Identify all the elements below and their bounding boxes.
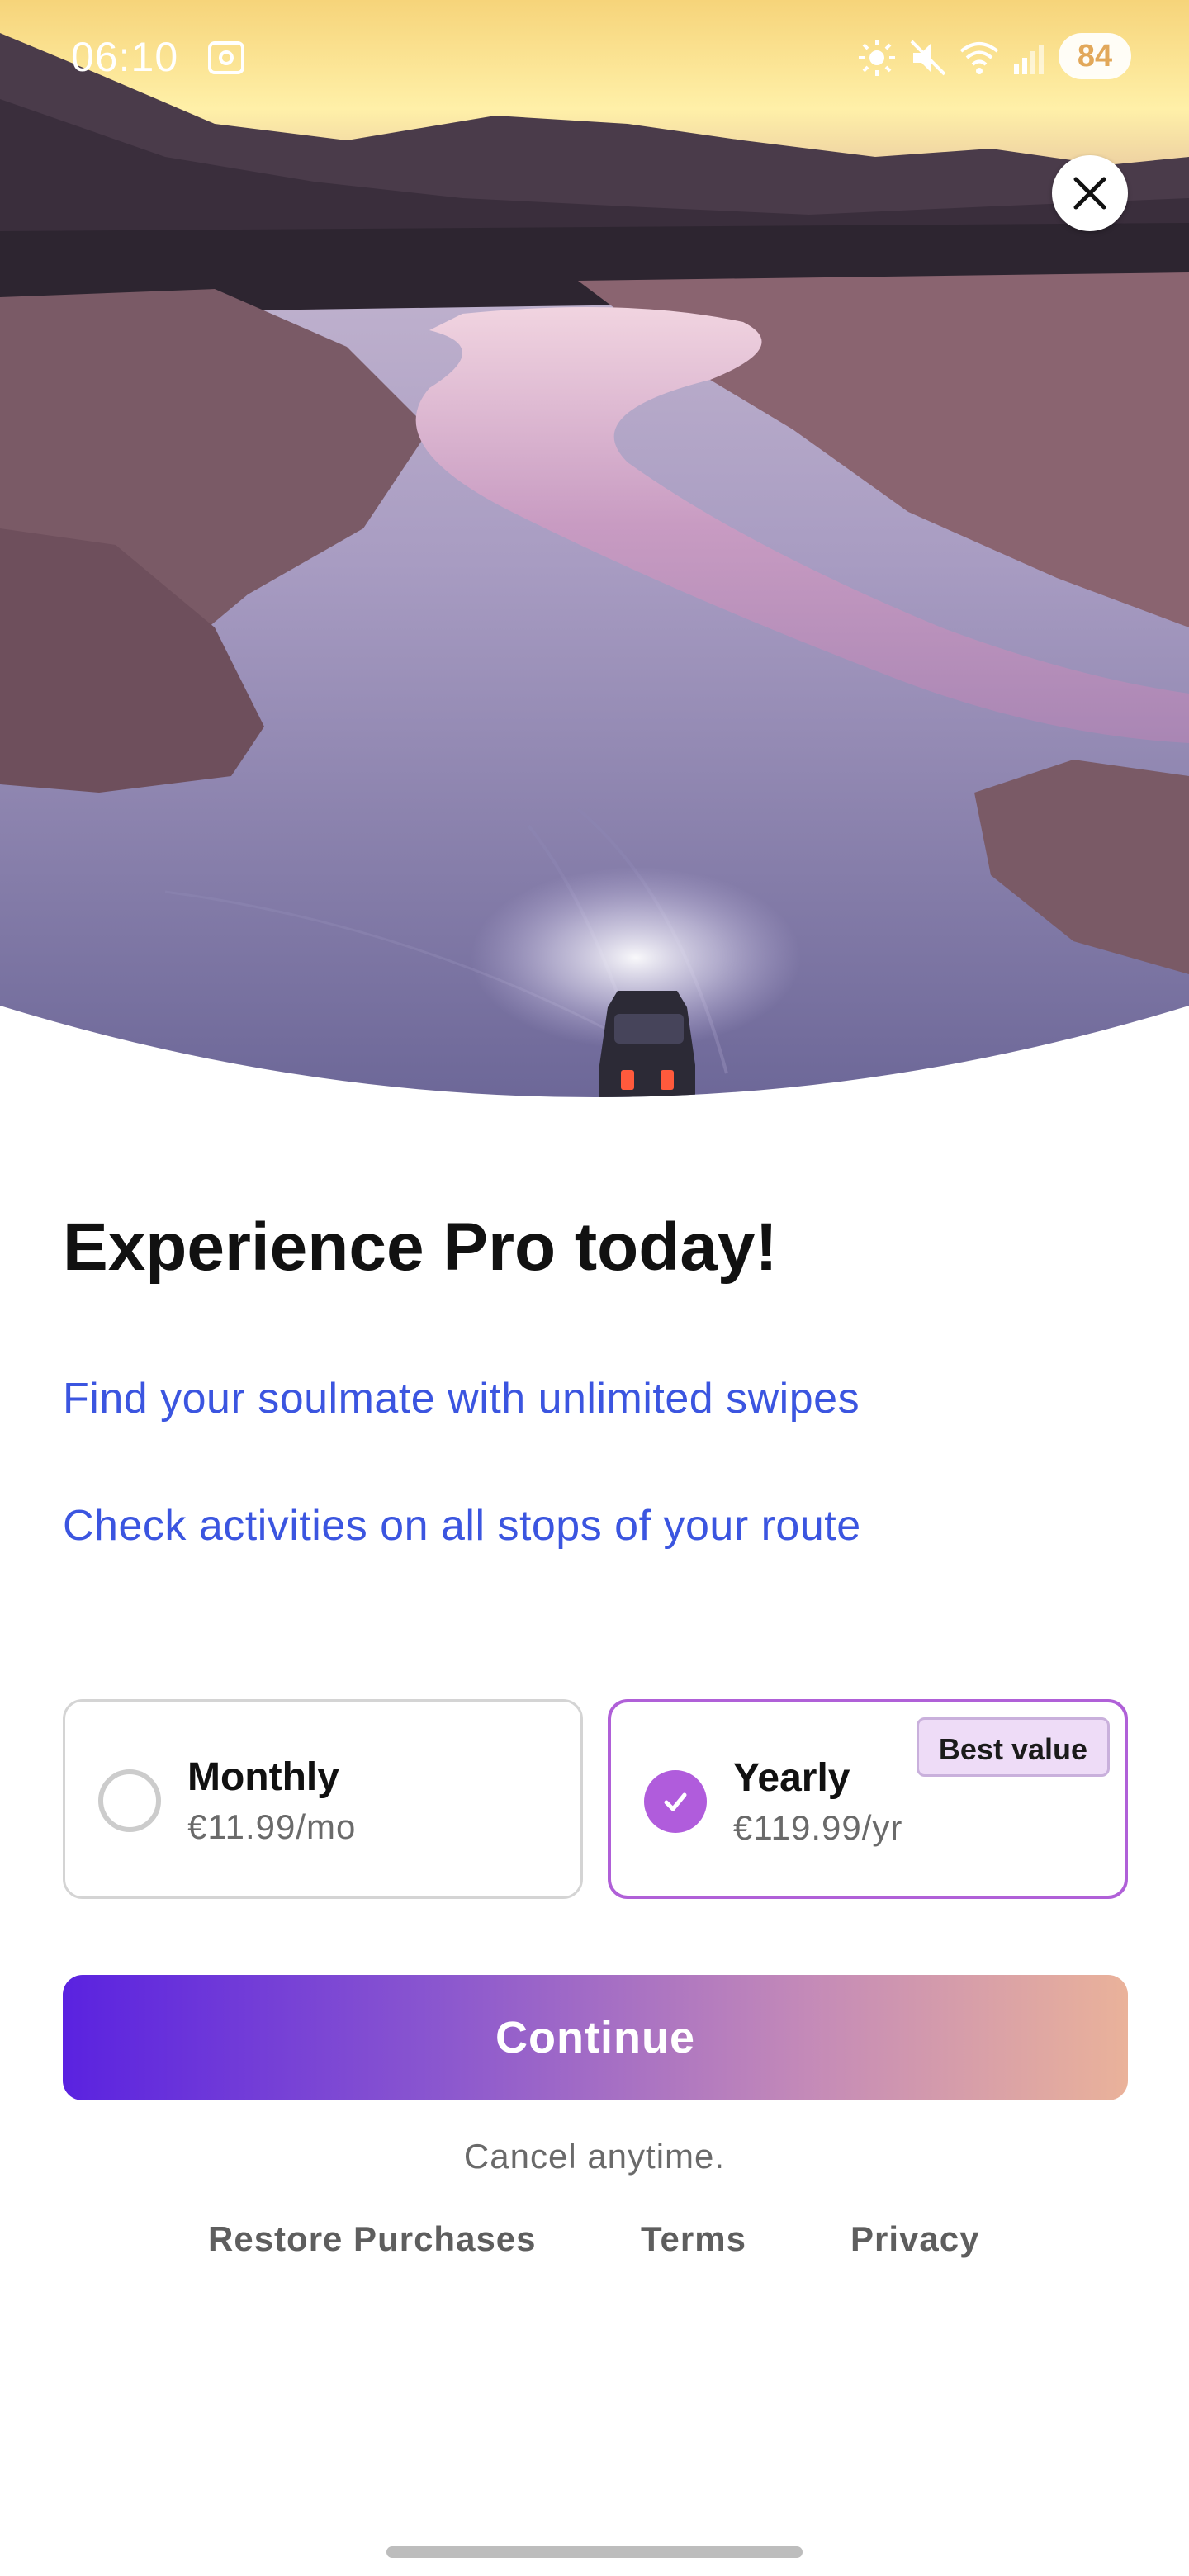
brightness-icon: [855, 36, 898, 79]
plan-price: €11.99/mo: [187, 1807, 357, 1846]
wifi-icon: [958, 36, 1001, 79]
radio-unselected-icon: [98, 1769, 161, 1832]
feature-route-activities: Check activities on all stops of your ro…: [63, 1502, 861, 1550]
plan-name: Yearly: [733, 1756, 850, 1800]
close-icon: [1073, 177, 1106, 210]
signal-icon: [1009, 36, 1052, 79]
screenshot-icon: [205, 36, 248, 79]
paywall-screen: 06:10 84 Experience Pro today! Find your…: [0, 0, 1189, 2576]
status-bar: 06:10 84: [0, 0, 1189, 116]
cancel-note: Cancel anytime.: [463, 2137, 726, 2176]
best-value-badge: Best value: [916, 1717, 1110, 1777]
radio-checked-icon: [644, 1770, 707, 1833]
terms-link[interactable]: Terms: [641, 2219, 746, 2259]
plan-monthly-option[interactable]: Monthly €11.99/mo: [63, 1699, 583, 1899]
hero-image: [0, 0, 1189, 1123]
feature-unlimited-swipes: Find your soulmate with unlimited swipes: [63, 1375, 860, 1423]
restore-purchases-link[interactable]: Restore Purchases: [208, 2219, 537, 2259]
mute-icon: [907, 36, 950, 79]
privacy-link[interactable]: Privacy: [850, 2219, 979, 2259]
battery-indicator: 84: [1059, 33, 1131, 79]
continue-button[interactable]: Continue: [63, 1975, 1128, 2100]
close-button[interactable]: [1052, 155, 1128, 231]
status-time: 06:10: [71, 34, 179, 80]
plan-yearly-option[interactable]: Yearly €119.99/yr Best value: [608, 1699, 1128, 1899]
page-title: Experience Pro today!: [63, 1210, 778, 1285]
plan-price: €119.99/yr: [733, 1808, 903, 1847]
plan-name: Monthly: [187, 1755, 339, 1799]
home-indicator[interactable]: [386, 2546, 803, 2558]
